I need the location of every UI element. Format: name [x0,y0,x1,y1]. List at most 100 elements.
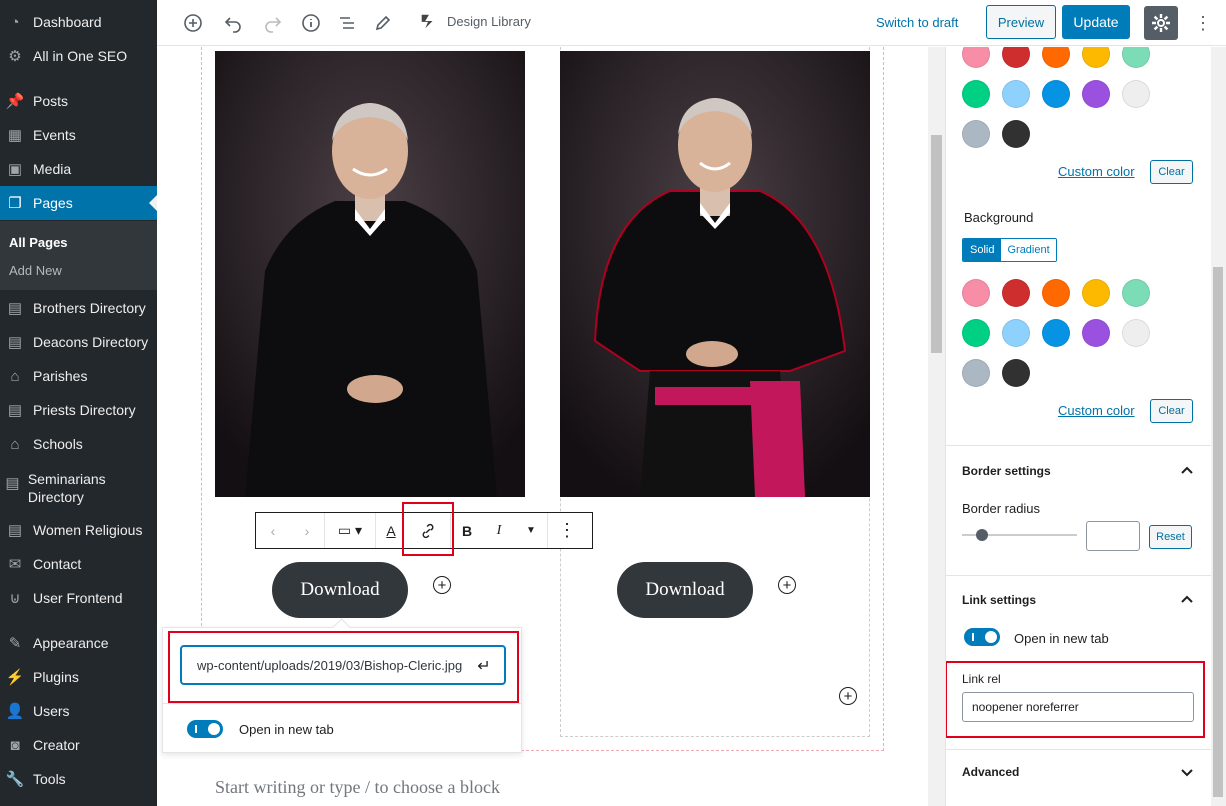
color-swatch[interactable] [962,359,990,387]
undo-icon[interactable] [220,10,246,36]
frontend-icon: ⊍ [9,590,21,607]
menu-user-frontend[interactable]: ⊍ User Frontend [0,581,157,615]
bishop-cleric-photo[interactable] [215,51,525,497]
settings-gear-button[interactable] [1144,6,1178,40]
color-swatch[interactable] [1002,279,1030,307]
add-block-plus-icon[interactable]: + [778,576,796,594]
block-placeholder[interactable]: Start writing or type / to choose a bloc… [215,777,500,798]
gradient-option[interactable]: Gradient [1001,239,1056,261]
mail-icon: ✉ [8,556,22,573]
menu-parishes[interactable]: ⌂ Parishes [0,359,157,393]
link-settings-title[interactable]: Link settings [962,593,1036,607]
reset-button[interactable]: Reset [1149,525,1192,549]
menu-seminarians-directory[interactable]: ▤ Seminarians Directory [0,470,130,514]
add-block-plus-icon[interactable]: + [433,576,451,594]
menu-media[interactable]: ▣ Media [0,152,157,186]
menu-priests-directory[interactable]: ▤ Priests Directory [0,393,157,427]
design-library-button[interactable]: Design Library [419,12,531,30]
menu-users[interactable]: 👤 Users [0,694,157,728]
custom-color-link[interactable]: Custom color [1058,403,1135,418]
block-options-icon[interactable]: ⋮ [548,513,586,548]
switch-to-draft-link[interactable]: Switch to draft [876,15,958,30]
update-button[interactable]: Update [1062,5,1130,39]
info-icon[interactable] [298,10,324,36]
color-swatch[interactable] [1082,47,1110,68]
color-swatch[interactable] [1082,279,1110,307]
color-swatch[interactable] [1082,80,1110,108]
color-swatch[interactable] [1042,319,1070,347]
add-block-icon[interactable] [180,10,206,36]
submenu-add-new[interactable]: Add New [9,263,62,278]
home-icon: ⌂ [10,435,20,453]
color-swatch[interactable] [1002,120,1030,148]
clear-button[interactable]: Clear [1150,399,1193,423]
color-swatch[interactable] [1122,319,1150,347]
color-swatch[interactable] [1122,80,1150,108]
menu-contact[interactable]: ✉ Contact [0,547,157,581]
clear-button[interactable]: Clear [1150,160,1193,184]
menu-all-in-one-seo[interactable]: ⚙ All in One SEO [0,39,157,73]
menu-schools[interactable]: ⌂ Schools [0,427,157,461]
italic-icon[interactable]: I [483,513,515,548]
color-swatch[interactable] [1002,319,1030,347]
color-swatch[interactable] [1042,80,1070,108]
editor-scrollbar-thumb[interactable] [931,135,942,353]
redo-icon[interactable] [260,10,286,36]
color-swatch[interactable] [962,80,990,108]
color-swatch[interactable] [1002,359,1030,387]
download-button-2[interactable]: Download [617,562,753,618]
preview-button[interactable]: Preview [986,5,1056,39]
submenu-all-pages[interactable]: All Pages [9,235,68,250]
plugin-icon: ⚡ [5,669,25,686]
chevron-down-icon[interactable] [1180,765,1194,779]
download-button-1[interactable]: Download [272,562,408,618]
color-swatch[interactable] [1082,319,1110,347]
color-swatch[interactable] [1042,279,1070,307]
add-block-plus-icon[interactable]: + [839,687,857,705]
menu-posts[interactable]: 📌 Posts [0,84,157,118]
button-style-dropdown[interactable]: ▭ ▾ [325,513,375,548]
border-settings-title[interactable]: Border settings [962,464,1051,478]
color-swatch[interactable] [1122,279,1150,307]
menu-appearance[interactable]: ✎ Appearance [0,626,157,660]
move-right-icon[interactable]: › [290,513,324,548]
color-swatch[interactable] [962,279,990,307]
border-radius-input[interactable] [1086,521,1140,551]
color-swatch[interactable] [962,319,990,347]
move-left-icon[interactable]: ‹ [256,513,290,548]
sidebar-scrollbar-thumb[interactable] [1213,267,1223,797]
menu-women-religious[interactable]: ▤ Women Religious [0,513,157,547]
editor-toolbar: Design Library Switch to draft Preview U… [157,0,1226,46]
menu-pages[interactable]: ❐ Pages [0,186,157,220]
color-swatch[interactable] [962,47,990,68]
home-icon: ⌂ [10,367,20,385]
directory-icon: ▤ [5,475,20,492]
menu-plugins[interactable]: ⚡ Plugins [0,660,157,694]
color-swatch[interactable] [1002,80,1030,108]
menu-events[interactable]: ▦ Events [0,118,157,152]
menu-dashboard[interactable]: ◔ Dashboard [0,5,157,39]
menu-brothers-directory[interactable]: ▤ Brothers Directory [0,291,157,325]
color-swatch[interactable] [1002,47,1030,68]
more-options-icon[interactable]: ⋮ [1193,10,1213,36]
border-radius-slider-handle[interactable] [976,529,988,541]
bold-icon[interactable]: B [451,513,483,548]
menu-deacons-directory[interactable]: ▤ Deacons Directory [0,325,157,359]
custom-color-link[interactable]: Custom color [1058,164,1135,179]
chevron-up-icon[interactable] [1180,593,1194,607]
color-swatch[interactable] [1042,47,1070,68]
pages-submenu: All Pages Add New [0,221,157,290]
bishop-choir-dress-photo[interactable] [560,51,870,497]
solid-option[interactable]: Solid [963,239,1002,261]
open-new-tab-toggle[interactable] [187,720,223,738]
edit-pencil-icon[interactable] [370,10,396,36]
advanced-title[interactable]: Advanced [962,765,1019,779]
chevron-up-icon[interactable] [1180,464,1194,478]
color-swatch[interactable] [962,120,990,148]
menu-creator[interactable]: ◙ Creator [0,728,157,762]
menu-tools[interactable]: 🔧 Tools [0,762,157,796]
more-formatting-chevron-icon[interactable]: ▼ [515,513,547,548]
color-swatch[interactable] [1122,47,1150,68]
open-new-tab-toggle[interactable] [964,628,1000,646]
outline-icon[interactable] [334,10,360,36]
